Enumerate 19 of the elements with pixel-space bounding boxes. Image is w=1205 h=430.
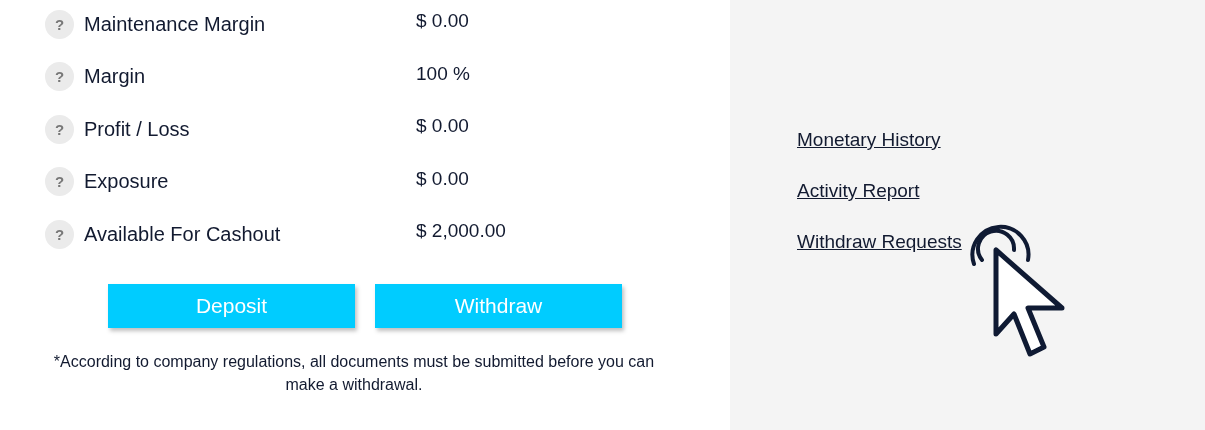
help-icon[interactable]: ? — [45, 9, 74, 39]
help-icon[interactable]: ? — [45, 114, 74, 144]
field-label: Maintenance Margin — [84, 12, 267, 36]
field-label: Available For Cashout — [84, 222, 282, 246]
field-label: Profit / Loss — [84, 117, 191, 141]
field-value: $ 0.00 — [416, 115, 469, 138]
field-label: Exposure — [84, 170, 170, 194]
field-value: $ 2,000.00 — [416, 220, 506, 243]
report-link[interactable]: Monetary History — [797, 128, 941, 152]
field-value: $ 0.00 — [416, 167, 469, 190]
field-value: $ 0.00 — [416, 10, 469, 33]
field-value: 100 % — [416, 62, 470, 85]
report-link[interactable]: Withdraw Requests — [797, 230, 962, 254]
help-icon[interactable]: ? — [45, 219, 74, 249]
help-icon[interactable]: ? — [45, 167, 74, 197]
regulation-note: *According to company regulations, all documents must be submitted before you can make a withdrawal. — [52, 351, 656, 395]
help-icon[interactable]: ? — [45, 62, 74, 92]
field-label: Margin — [84, 65, 147, 89]
report-link[interactable]: Activity Report — [797, 179, 920, 203]
